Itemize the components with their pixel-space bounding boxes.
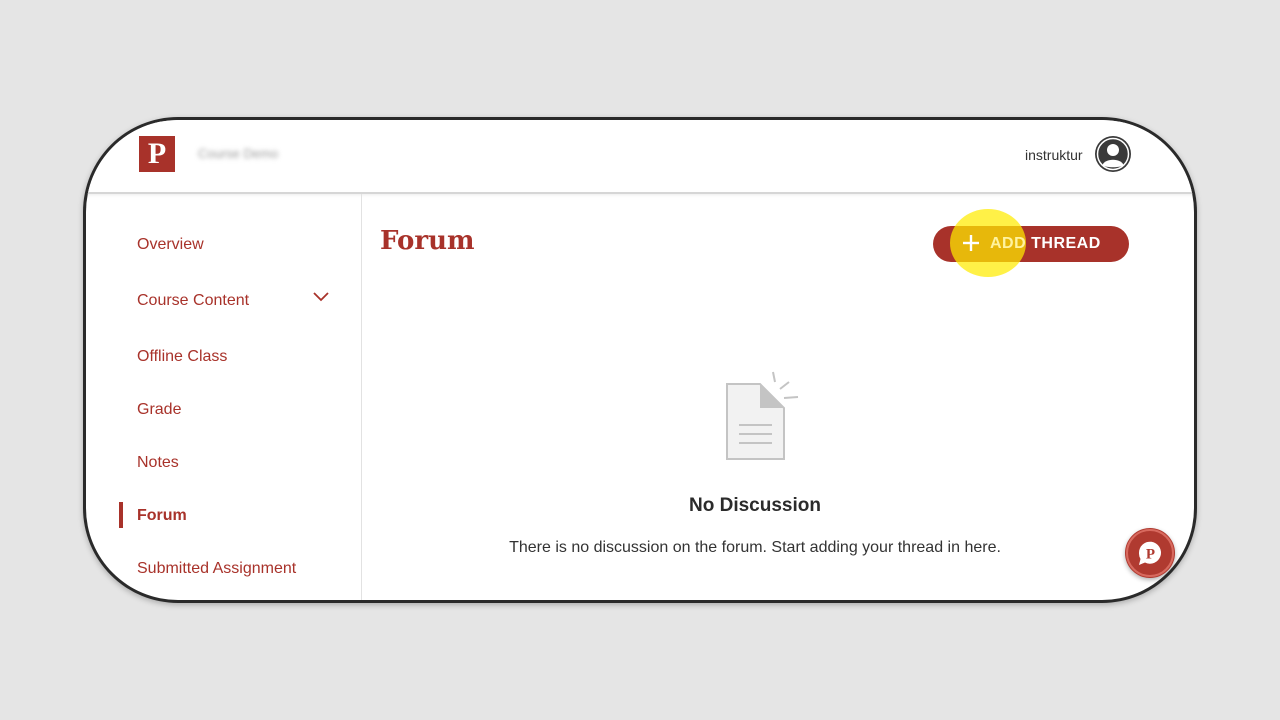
brand-logo[interactable]: P xyxy=(139,136,175,172)
sidebar-item-submitted-assignment[interactable]: Submitted Assignment xyxy=(137,560,296,578)
sidebar-item-forum[interactable]: Forum xyxy=(137,507,187,525)
sidebar-item-offline-class[interactable]: Offline Class xyxy=(137,348,227,366)
chat-button[interactable]: P xyxy=(1125,528,1175,578)
sidebar-item-notes[interactable]: Notes xyxy=(137,454,179,472)
empty-state-title: No Discussion xyxy=(689,495,821,516)
page-title: Forum xyxy=(380,226,475,256)
app-screen: P Course Demo instruktur Overview Course… xyxy=(86,120,1194,600)
add-thread-label-part2[interactable]: THREAD xyxy=(1026,235,1101,252)
course-title: Course Demo xyxy=(198,146,279,161)
sidebar-item-grade[interactable]: Grade xyxy=(137,401,181,419)
top-header: P Course Demo instruktur xyxy=(86,120,1194,194)
active-indicator xyxy=(119,502,123,528)
chat-logo-letter: P xyxy=(1146,547,1155,563)
chat-bubble-logo-icon[interactable]: P xyxy=(1125,528,1175,578)
plus-icon[interactable] xyxy=(960,232,982,254)
add-thread-label[interactable]: ADD THREAD xyxy=(990,235,1101,253)
username-label[interactable]: instruktur xyxy=(1025,147,1083,163)
add-thread-label-part1[interactable]: ADD xyxy=(990,235,1026,252)
sidebar-item-course-content[interactable]: Course Content xyxy=(137,292,249,310)
empty-document-icon xyxy=(726,371,799,460)
sidebar: Overview Course Content Offline Class Gr… xyxy=(86,194,362,600)
sidebar-item-overview[interactable]: Overview xyxy=(137,236,204,254)
chevron-down-icon[interactable] xyxy=(312,291,330,303)
device-frame: P Course Demo instruktur Overview Course… xyxy=(83,117,1197,603)
user-avatar-icon[interactable] xyxy=(1095,136,1131,172)
empty-state-description: There is no discussion on the forum. Sta… xyxy=(509,539,1001,556)
